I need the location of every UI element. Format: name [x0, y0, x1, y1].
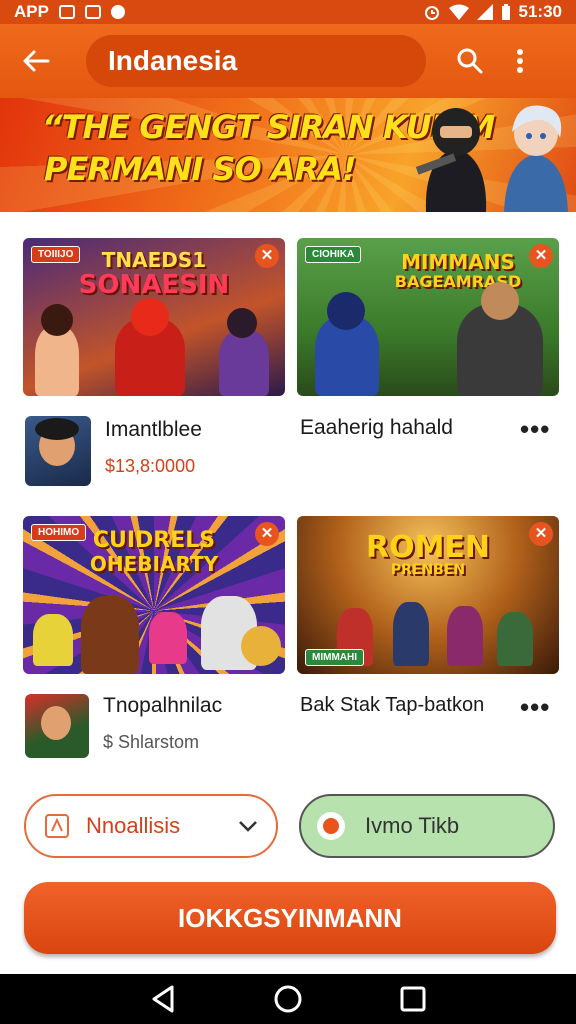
item-name: Bak Stak Tap-batkon	[300, 694, 485, 716]
card-title-line1: ROMEN	[365, 530, 491, 565]
item-name: Tnopalhnilac	[103, 694, 223, 717]
card-character-head	[41, 304, 73, 336]
card-character	[81, 596, 139, 674]
card-tag: CIOHIKA	[305, 246, 362, 263]
card-title-line1: TNAEDS1	[101, 248, 207, 272]
list-item-3[interactable]: Tnopalhnilac $ Shlarstom	[25, 694, 222, 758]
card-title-line2: PRENBEN	[390, 562, 466, 578]
item-price: $13,8:0000	[105, 456, 196, 476]
card-title-line2: BAGEAMRASD	[394, 272, 522, 291]
record-dot-icon	[317, 812, 345, 840]
nav-back-button[interactable]	[143, 979, 183, 1019]
search-icon	[457, 48, 483, 74]
app-bar: Indanesia	[0, 24, 576, 98]
photo-notification-icon	[58, 5, 75, 19]
app-notification-icon	[110, 5, 125, 19]
region-select-label: Nnoallisis	[86, 813, 181, 838]
primary-action-button[interactable]: IOKKGSYINMANN	[24, 882, 556, 954]
status-bar: APP 51:30	[0, 0, 576, 24]
clock: 51:30	[518, 2, 562, 21]
wifi-icon	[448, 4, 469, 20]
list-item-1[interactable]: Imantlblee $13,8:0000	[25, 416, 202, 486]
card-title-line1: MIMMANS	[401, 250, 515, 274]
card-character	[447, 606, 483, 666]
overflow-menu-button[interactable]	[500, 41, 540, 81]
game-card-2[interactable]: CIOHIKA ✕ MIMMANS BAGEAMRASD	[297, 238, 559, 396]
signal-icon	[476, 4, 493, 20]
banner-headline-line2: PERMANI SO ARA!	[44, 150, 357, 188]
item-price: $ Shlarstom	[103, 732, 200, 752]
nav-home-button[interactable]	[268, 979, 308, 1019]
list-item-4[interactable]: Bak Stak Tap-batkon	[300, 694, 484, 717]
nav-home-icon	[274, 985, 302, 1013]
page-title[interactable]: Indanesia	[86, 35, 426, 87]
back-button[interactable]	[16, 41, 56, 81]
search-button[interactable]	[450, 41, 490, 81]
alarm-icon	[424, 6, 439, 20]
item-more-button[interactable]: •••	[520, 414, 550, 445]
card-character	[393, 602, 429, 666]
list-item-2[interactable]: Eaaherig hahald	[300, 416, 453, 440]
item-thumbnail	[25, 694, 89, 758]
game-card-4[interactable]: ✕ ROMEN PRENBEN MIMMAHI	[297, 516, 559, 674]
nav-recents-button[interactable]	[393, 979, 433, 1019]
banner-hero-ninja-image	[416, 108, 487, 212]
banner-hero-girl-image	[504, 105, 568, 212]
thumbnail-hair	[35, 418, 79, 440]
card-character-head	[241, 626, 281, 666]
nav-back-icon	[152, 985, 174, 1013]
card-character-head	[327, 292, 365, 330]
item-name: Imantlblee	[105, 418, 202, 441]
card-title-line1: CUIDRELS	[92, 528, 216, 553]
item-more-button[interactable]: •••	[520, 692, 550, 723]
battery-icon	[501, 4, 510, 20]
mail-notification-icon	[84, 5, 101, 19]
card-character	[219, 330, 269, 396]
card-bottom-tag: MIMMAHI	[305, 649, 364, 666]
status-toggle-label: Ivmo Tikb	[365, 813, 460, 838]
card-character-head	[227, 308, 257, 338]
card-character-head	[481, 282, 519, 320]
card-title-line2: OHEBIARTY	[89, 552, 219, 576]
card-character	[35, 326, 79, 396]
carrier-label: APP	[14, 2, 49, 21]
card-character	[33, 614, 73, 666]
card-character-head	[131, 298, 169, 336]
game-card-1[interactable]: TOIIIJO ✕ TNAEDS1 SONAESIN	[23, 238, 285, 396]
document-icon	[45, 814, 69, 838]
card-character	[497, 612, 533, 666]
back-arrow-icon	[23, 50, 50, 72]
status-toggle[interactable]: Ivmo Tikb	[299, 794, 555, 858]
thumbnail-face	[41, 706, 71, 740]
card-character	[149, 612, 187, 664]
region-select[interactable]: Nnoallisis	[24, 794, 278, 858]
card-title-line2: SONAESIN	[78, 270, 230, 300]
more-vert-icon	[517, 49, 523, 73]
game-card-3[interactable]: HOHIMO ✕ CUIDRELS OHEBIARTY	[23, 516, 285, 674]
chevron-down-icon	[239, 821, 257, 832]
item-name: Eaaherig hahald	[300, 416, 453, 439]
system-navigation-bar	[0, 974, 576, 1024]
promo-banner[interactable]: “THE GENGT SIRAN KUIIIM PERMANI SO ARA!	[0, 98, 576, 212]
nav-recents-icon	[400, 986, 426, 1012]
item-thumbnail	[25, 416, 91, 486]
